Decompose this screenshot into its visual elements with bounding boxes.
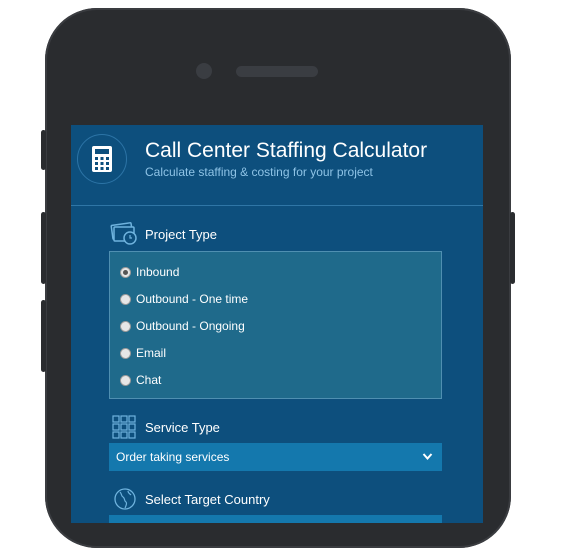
radio-inbound[interactable]: Inbound: [120, 263, 179, 281]
app-header: Call Center Staffing Calculator Calculat…: [71, 125, 483, 206]
target-country-select[interactable]: [109, 515, 442, 523]
calculator-icon: [92, 146, 112, 172]
side-button-power: [510, 212, 515, 284]
app-screen: Call Center Staffing Calculator Calculat…: [71, 125, 483, 523]
radio-outbound-ongoing-label: Outbound - Ongoing: [136, 319, 245, 333]
radio-outbound-one-time-label: Outbound - One time: [136, 292, 249, 306]
service-type-value: Order taking services: [116, 450, 230, 464]
chevron-down-icon[interactable]: [422, 452, 433, 461]
side-button-volume-up: [41, 212, 46, 284]
side-button-mute: [41, 130, 46, 170]
side-button-volume-down: [41, 300, 46, 372]
globe-icon: [114, 488, 136, 510]
speaker-grill: [236, 66, 318, 77]
radio-chat-indicator[interactable]: [120, 374, 131, 386]
radio-email-indicator[interactable]: [120, 347, 131, 359]
app-title: Call Center Staffing Calculator: [145, 139, 428, 162]
app-subtitle: Calculate staffing & costing for your pr…: [145, 165, 373, 179]
camera-dot: [196, 63, 212, 79]
radio-inbound-indicator[interactable]: [120, 266, 131, 278]
radio-outbound-one-time-indicator[interactable]: [120, 293, 131, 305]
calculator-badge: [77, 134, 127, 184]
radio-outbound-ongoing-indicator[interactable]: [120, 320, 131, 332]
radio-email-label: Email: [136, 346, 167, 360]
radio-outbound-ongoing[interactable]: Outbound - Ongoing: [120, 317, 245, 335]
radio-email[interactable]: Email: [120, 344, 166, 362]
project-type-label: Project Type: [145, 227, 218, 242]
radio-outbound-one-time[interactable]: Outbound - One time: [120, 290, 248, 308]
money-clock-icon: [110, 222, 137, 245]
service-type-label: Service Type: [145, 420, 220, 435]
grid-icon: [112, 415, 136, 439]
service-type-select[interactable]: Order taking services: [109, 443, 442, 471]
project-type-options: Inbound Outbound - One time Outbound - O…: [109, 251, 442, 399]
target-country-label: Select Target Country: [145, 492, 270, 507]
radio-chat[interactable]: Chat: [120, 371, 161, 389]
radio-inbound-label: Inbound: [136, 265, 180, 279]
radio-chat-label: Chat: [136, 373, 162, 387]
